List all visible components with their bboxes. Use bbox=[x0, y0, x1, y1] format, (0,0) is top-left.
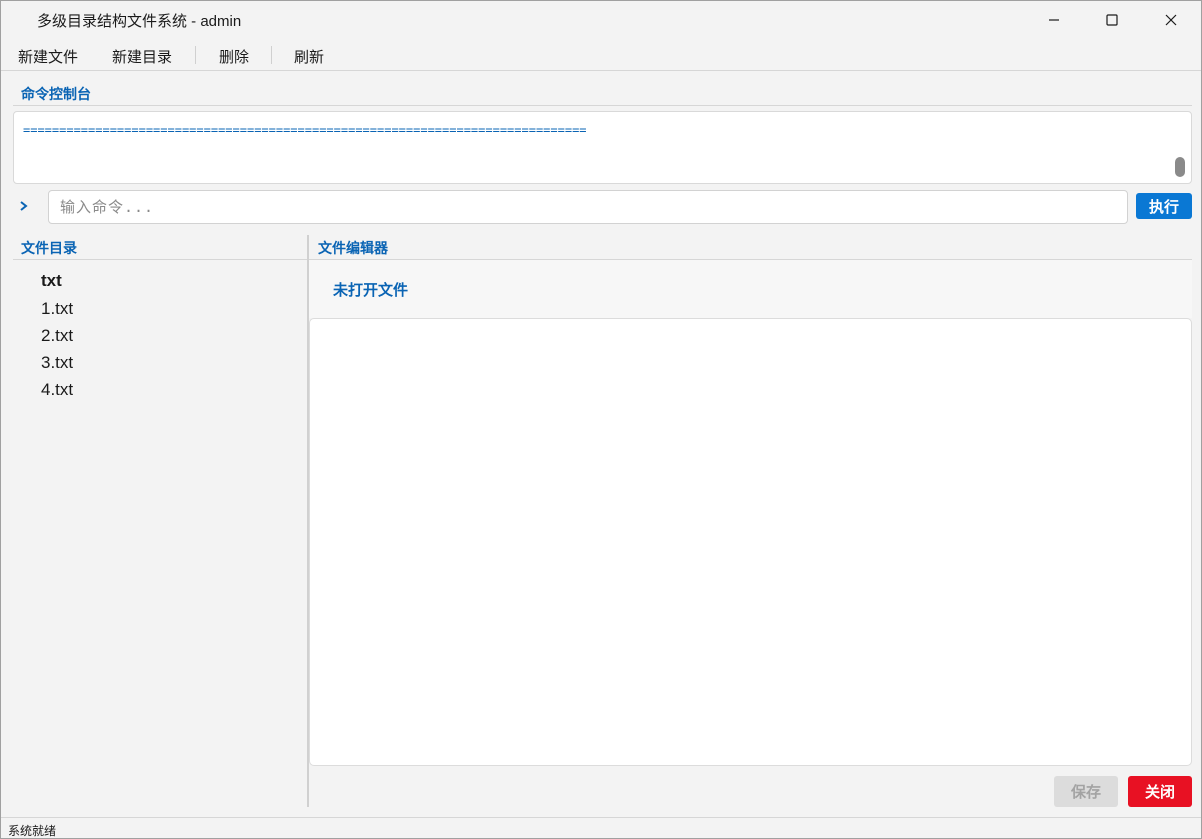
editor-label: 文件编辑器 bbox=[318, 240, 388, 256]
save-button[interactable]: 保存 bbox=[1054, 776, 1118, 807]
console-scrollbar-thumb[interactable] bbox=[1175, 157, 1185, 177]
menu-refresh[interactable]: 刷新 bbox=[294, 46, 324, 67]
directory-label: 文件目录 bbox=[21, 240, 77, 256]
menu-new-directory[interactable]: 新建目录 bbox=[112, 46, 172, 67]
console-scrollbar[interactable] bbox=[1174, 117, 1186, 179]
menu-separator bbox=[271, 46, 272, 64]
maximize-button[interactable] bbox=[1083, 1, 1141, 39]
tree-file-item[interactable]: 2.txt bbox=[41, 326, 73, 346]
chevron-right-icon bbox=[20, 201, 28, 211]
close-icon bbox=[1165, 14, 1177, 26]
console-prompt-icon bbox=[19, 199, 29, 217]
console-label: 命令控制台 bbox=[21, 86, 91, 102]
window-title: 多级目录结构文件系统 - admin bbox=[37, 13, 242, 30]
app-window: 多级目录结构文件系统 - admin 新建文件 新建目录 删除 刷新 命令控制台 bbox=[0, 0, 1202, 839]
console-output-line: ========================================… bbox=[23, 123, 587, 137]
minimize-icon bbox=[1049, 19, 1059, 21]
directory-label-rule bbox=[13, 259, 307, 260]
tree-file-item[interactable]: 4.txt bbox=[41, 380, 73, 400]
tree-root-directory[interactable]: txt bbox=[41, 271, 62, 291]
editor-header bbox=[309, 260, 1192, 318]
editor-current-file: 未打开文件 bbox=[333, 282, 409, 299]
execute-button[interactable]: 执行 bbox=[1136, 193, 1192, 219]
window-close-button[interactable] bbox=[1142, 1, 1200, 39]
console-label-rule bbox=[13, 105, 1192, 106]
menu-separator bbox=[195, 46, 196, 64]
command-input[interactable] bbox=[48, 190, 1128, 224]
tree-file-item[interactable]: 1.txt bbox=[41, 299, 73, 319]
directory-panel bbox=[13, 235, 307, 807]
status-text: 系统就绪 bbox=[8, 824, 57, 838]
close-file-button[interactable]: 关闭 bbox=[1128, 776, 1192, 807]
status-bar: 系统就绪 bbox=[1, 817, 1201, 838]
maximize-icon bbox=[1106, 14, 1118, 26]
menu-delete[interactable]: 删除 bbox=[219, 46, 249, 67]
title-bar: 多级目录结构文件系统 - admin bbox=[1, 1, 1201, 39]
console-output[interactable]: ========================================… bbox=[13, 111, 1192, 184]
tree-file-item[interactable]: 3.txt bbox=[41, 353, 73, 373]
file-editor-textarea[interactable] bbox=[309, 318, 1192, 766]
minimize-button[interactable] bbox=[1025, 1, 1083, 39]
menu-bar: 新建文件 新建目录 删除 刷新 bbox=[1, 39, 1201, 71]
menu-new-file[interactable]: 新建文件 bbox=[18, 46, 78, 67]
